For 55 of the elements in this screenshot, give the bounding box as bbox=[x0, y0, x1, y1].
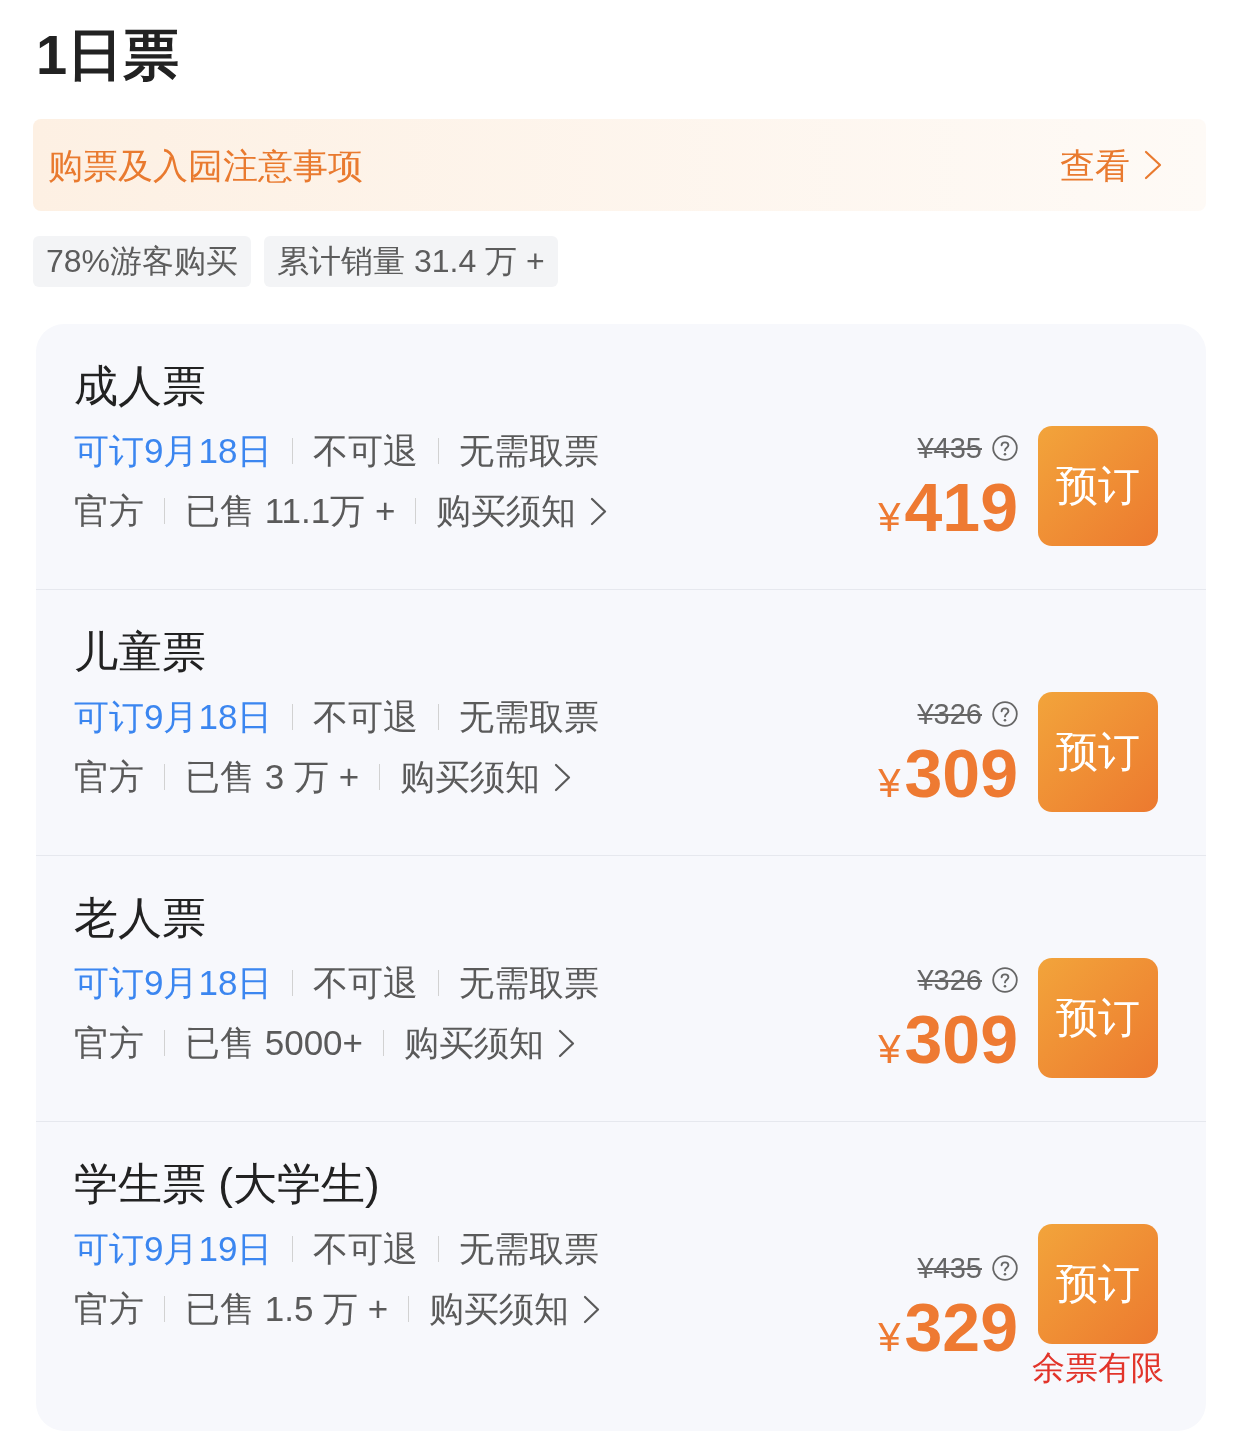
original-price: ¥326 bbox=[917, 963, 982, 997]
original-price: ¥435 bbox=[917, 1251, 982, 1285]
refund-policy: 不可退 bbox=[313, 695, 419, 738]
booking-date: 可订9月18日 bbox=[74, 961, 273, 1004]
refund-policy: 不可退 bbox=[313, 961, 419, 1004]
stat-tag: 78%游客购买 bbox=[33, 236, 252, 287]
booking-date: 可订9月18日 bbox=[74, 695, 273, 738]
original-price: ¥435 bbox=[917, 431, 982, 465]
price: ¥419 bbox=[878, 473, 1018, 541]
sales-count: 已售 5000+ bbox=[185, 1021, 364, 1064]
booking-date: 可订9月18日 bbox=[74, 429, 273, 472]
pickup-info: 无需取票 bbox=[459, 1227, 600, 1270]
view-link[interactable]: 查看 bbox=[1060, 147, 1162, 183]
price: ¥309 bbox=[878, 1005, 1018, 1073]
help-icon bbox=[992, 701, 1018, 727]
pickup-info: 无需取票 bbox=[459, 695, 600, 738]
help-icon bbox=[992, 967, 1018, 993]
source-label: 官方 bbox=[74, 755, 144, 798]
book-button[interactable]: 预订 bbox=[1038, 692, 1158, 812]
purchase-notice-link[interactable]: 购买须知 bbox=[404, 1016, 576, 1070]
source-label: 官方 bbox=[74, 1287, 144, 1330]
ticket-name: 老人票 bbox=[74, 894, 206, 942]
sales-count: 已售 11.1万 + bbox=[185, 489, 396, 532]
chevron-right-icon bbox=[590, 496, 608, 526]
source-label: 官方 bbox=[74, 489, 144, 532]
original-price: ¥326 bbox=[917, 697, 982, 731]
purchase-notice-link[interactable]: 购买须知 bbox=[400, 750, 572, 804]
refund-policy: 不可退 bbox=[313, 429, 419, 472]
chevron-right-icon bbox=[583, 1294, 601, 1324]
sales-count: 已售 3 万 + bbox=[185, 755, 360, 798]
notice-text: 购票及入园注意事项 bbox=[48, 147, 363, 183]
help-icon bbox=[992, 1255, 1018, 1281]
purchase-notice-link[interactable]: 购买须知 bbox=[429, 1282, 601, 1336]
chevron-right-icon bbox=[558, 1028, 576, 1058]
ticket-name: 成人票 bbox=[74, 362, 206, 410]
price: ¥309 bbox=[878, 739, 1018, 807]
chevron-right-icon bbox=[554, 762, 572, 792]
refund-policy: 不可退 bbox=[313, 1227, 419, 1270]
book-button[interactable]: 预订 bbox=[1038, 1224, 1158, 1344]
book-button[interactable]: 预订 bbox=[1038, 958, 1158, 1078]
booking-date: 可订9月19日 bbox=[74, 1227, 273, 1270]
source-label: 官方 bbox=[74, 1021, 144, 1064]
page-title: 1日票 bbox=[36, 26, 180, 84]
book-button[interactable]: 预订 bbox=[1038, 426, 1158, 546]
ticket-name: 学生票 (大学生) bbox=[74, 1160, 380, 1208]
chevron-right-icon bbox=[1144, 150, 1162, 180]
purchase-notice-link[interactable]: 购买须知 bbox=[436, 484, 608, 538]
sales-count: 已售 1.5 万 + bbox=[185, 1287, 389, 1330]
price: ¥329 bbox=[878, 1293, 1018, 1361]
stat-tag: 累计销量 31.4 万 + bbox=[264, 236, 558, 287]
help-icon bbox=[992, 435, 1018, 461]
pickup-info: 无需取票 bbox=[459, 429, 600, 472]
stock-note: 余票有限 bbox=[1032, 1348, 1164, 1388]
ticket-name: 儿童票 bbox=[74, 628, 206, 676]
pickup-info: 无需取票 bbox=[459, 961, 600, 1004]
